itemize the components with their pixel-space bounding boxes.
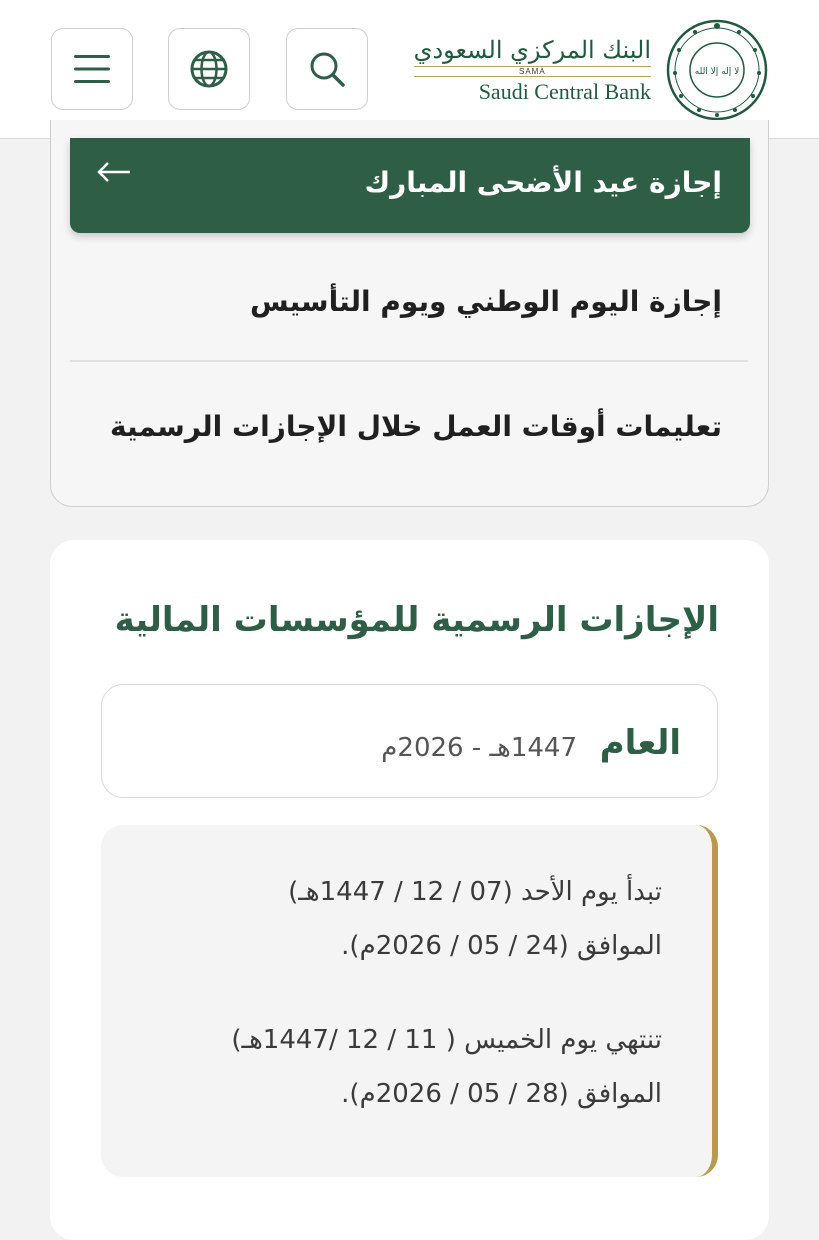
logo-text: البنك المركزي السعودي SAMA Saudi Central… bbox=[413, 35, 651, 105]
seal-icon: لا إله إلا الله bbox=[666, 19, 768, 121]
site-header: البنك المركزي السعودي SAMA Saudi Central… bbox=[0, 0, 819, 139]
globe-icon bbox=[190, 50, 228, 88]
start-date-gregorian: الموافق (24 / 05 / 2026م). bbox=[341, 931, 662, 961]
logo-english-name: Saudi Central Bank bbox=[478, 78, 651, 104]
menu-item-label: إجازة اليوم الوطني ويوم التأسيس bbox=[250, 285, 722, 318]
menu-icon bbox=[74, 55, 110, 83]
end-date-gregorian: الموافق (28 / 05 / 2026م). bbox=[341, 1079, 662, 1109]
page-title: الإجازات الرسمية للمؤسسات المالية bbox=[114, 600, 719, 640]
arrow-left-icon bbox=[97, 162, 130, 182]
search-button[interactable] bbox=[286, 28, 368, 110]
menu-button[interactable] bbox=[51, 28, 133, 110]
menu-item-label: إجازة عيد الأضحى المبارك bbox=[364, 166, 722, 199]
logo-sama: SAMA bbox=[413, 65, 651, 77]
menu-item-label: تعليمات أوقات العمل خلال الإجازات الرسمي… bbox=[110, 410, 722, 443]
menu-item-working-hours[interactable]: تعليمات أوقات العمل خلال الإجازات الرسمي… bbox=[70, 380, 750, 490]
year-label: العام bbox=[599, 723, 681, 763]
year-value: 1447هـ - 2026م bbox=[381, 733, 577, 763]
search-icon bbox=[310, 52, 345, 87]
bank-logo[interactable]: البنك المركزي السعودي SAMA Saudi Central… bbox=[413, 18, 769, 122]
menu-item-national-day[interactable]: إجازة اليوم الوطني ويوم التأسيس bbox=[70, 255, 750, 365]
start-date-line: تبدأ يوم الأحد (07 / 12 / 1447هـ) bbox=[288, 877, 662, 907]
menu-item-eid-adha[interactable]: إجازة عيد الأضحى المبارك bbox=[70, 138, 750, 233]
language-button[interactable] bbox=[168, 28, 250, 110]
logo-arabic-name: البنك المركزي السعودي bbox=[413, 35, 651, 64]
holiday-details: تبدأ يوم الأحد (07 / 12 / 1447هـ) المواف… bbox=[101, 825, 718, 1177]
end-date-line: تنتهي يوم الخميس ( 11 / 12 /1447هـ) bbox=[231, 1025, 662, 1055]
year-selector[interactable]: العام 1447هـ - 2026م bbox=[101, 684, 718, 798]
divider bbox=[70, 360, 748, 362]
seal-text: لا إله إلا الله bbox=[695, 67, 739, 77]
